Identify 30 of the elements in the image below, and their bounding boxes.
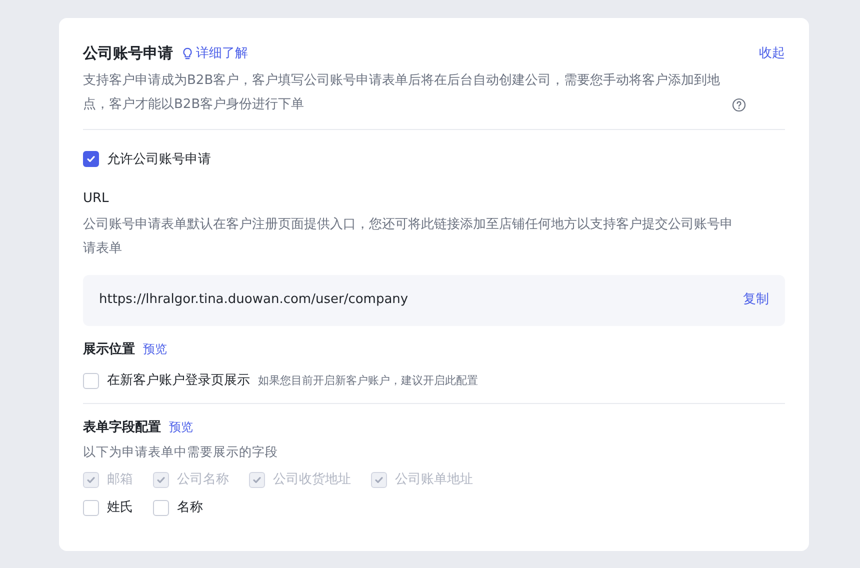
checkbox[interactable] bbox=[83, 151, 99, 168]
checkbox-label: 名称 bbox=[177, 499, 203, 518]
checkbox-label: 公司收货地址 bbox=[273, 470, 351, 489]
learn-more-link[interactable]: 详细了解 bbox=[181, 44, 248, 63]
description-text: 支持客户申请成为B2B客户，客户填写公司账号申请表单后将在后台自动创建公司，需要您手动将客户添加到地点，客户才能以B2B客户身份进行下单 bbox=[83, 72, 722, 114]
checkbox-label: 公司名称 bbox=[177, 470, 229, 489]
section-title: 公司账号申请 bbox=[83, 43, 173, 64]
hint-text: 如果您目前开启新客户账户，建议开启此配置 bbox=[258, 372, 478, 388]
help-icon bbox=[732, 98, 746, 112]
check-icon bbox=[86, 154, 96, 164]
check-icon bbox=[252, 474, 262, 484]
checkbox-label: 姓氏 bbox=[107, 499, 133, 518]
collapse-button[interactable]: 收起 bbox=[759, 44, 785, 63]
section-heading: 表单字段配置 bbox=[83, 418, 161, 436]
check-icon bbox=[156, 474, 166, 484]
check-icon bbox=[374, 474, 384, 484]
lightbulb-icon bbox=[181, 46, 194, 60]
fields-description: 以下为申请表单中需要展示的字段 bbox=[83, 443, 279, 461]
checkbox-label: 邮箱 bbox=[107, 470, 133, 489]
url-field[interactable]: https://lhralgor.tina.duowan.com/user/company 复制 bbox=[83, 274, 785, 326]
preview-link[interactable]: 预览 bbox=[169, 418, 193, 436]
url-description: 公司账号申请表单默认在客户注册页面提供入口，您还可将此链接添加至店铺任何地方以支持客户提交公司账号申请表单 bbox=[83, 216, 734, 258]
preview-link[interactable]: 预览 bbox=[143, 340, 167, 358]
checkbox-label: 在新客户账户登录页展示 bbox=[107, 372, 250, 390]
checkbox-label: 允许公司账号申请 bbox=[107, 150, 211, 168]
checkbox-label: 公司账单地址 bbox=[395, 470, 473, 489]
url-title: URL bbox=[83, 190, 110, 208]
check-icon bbox=[86, 474, 96, 484]
section-heading: 展示位置 bbox=[83, 340, 135, 358]
copy-button[interactable]: 复制 bbox=[743, 290, 769, 310]
